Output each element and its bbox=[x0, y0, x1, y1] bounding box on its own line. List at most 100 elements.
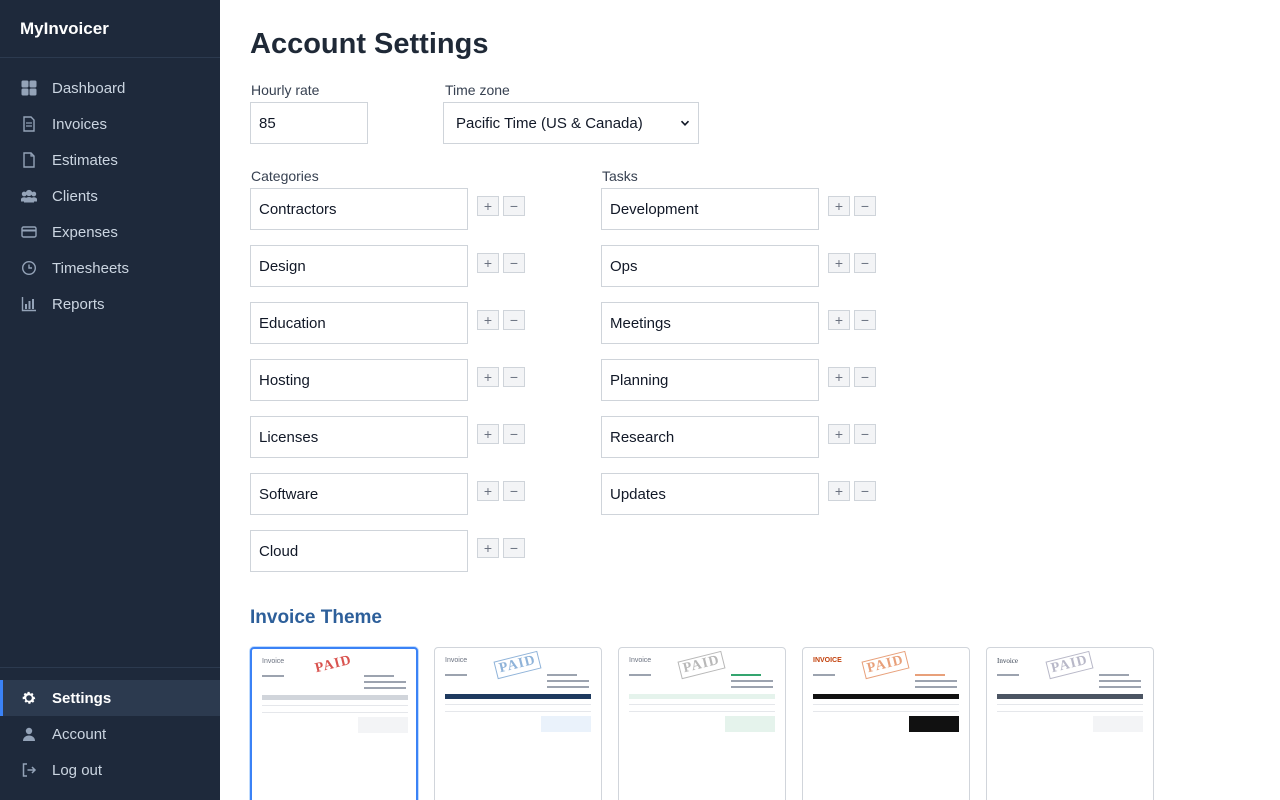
sidebar-item-invoices[interactable]: Invoices bbox=[0, 106, 220, 142]
sidebar-item-dashboard[interactable]: Dashboard bbox=[0, 70, 220, 106]
add-category-button[interactable]: + bbox=[477, 253, 499, 273]
preview-table-header bbox=[813, 694, 959, 699]
task-input[interactable]: Ops bbox=[601, 245, 819, 287]
preview-line bbox=[1099, 680, 1141, 682]
add-category-button[interactable]: + bbox=[477, 424, 499, 444]
preview-line bbox=[731, 680, 773, 682]
sidebar-item-expenses[interactable]: Expenses bbox=[0, 214, 220, 250]
preview-line bbox=[364, 681, 406, 683]
task-input[interactable]: Updates bbox=[601, 473, 819, 515]
theme-preview-heading: INVOICE bbox=[813, 657, 842, 664]
sidebar-item-clients[interactable]: Clients bbox=[0, 178, 220, 214]
credit-card-icon bbox=[20, 223, 38, 241]
category-input[interactable]: Contractors bbox=[250, 188, 468, 230]
add-task-button[interactable]: + bbox=[828, 310, 850, 330]
remove-category-button[interactable]: − bbox=[503, 538, 525, 558]
logout-icon bbox=[20, 761, 38, 779]
add-task-button[interactable]: + bbox=[828, 481, 850, 501]
preview-table-row bbox=[813, 711, 959, 712]
remove-task-button[interactable]: − bbox=[854, 367, 876, 387]
task-input[interactable]: Development bbox=[601, 188, 819, 230]
paid-stamp: PAID bbox=[861, 650, 910, 680]
preview-line bbox=[262, 675, 284, 677]
preview-table-header bbox=[997, 694, 1143, 699]
category-input[interactable]: Cloud bbox=[250, 530, 468, 572]
gear-icon bbox=[20, 689, 38, 707]
add-task-button[interactable]: + bbox=[828, 253, 850, 273]
sidebar-item-label: Settings bbox=[52, 689, 112, 707]
remove-task-button[interactable]: − bbox=[854, 424, 876, 444]
sidebar-item-estimates[interactable]: Estimates bbox=[0, 142, 220, 178]
invoice-document-icon bbox=[20, 115, 38, 133]
theme-preview-heading: Invoice bbox=[445, 657, 468, 664]
remove-task-button[interactable]: − bbox=[854, 253, 876, 273]
bar-chart-icon bbox=[20, 295, 38, 313]
sidebar-main-nav: Dashboard Invoices Estimates Clients Exp… bbox=[0, 58, 220, 322]
tasks-label: Tasks bbox=[602, 168, 638, 184]
preview-line bbox=[731, 674, 761, 676]
add-category-button[interactable]: + bbox=[477, 367, 499, 387]
task-input[interactable]: Meetings bbox=[601, 302, 819, 344]
time-zone-select[interactable]: Pacific Time (US & Canada) bbox=[443, 102, 699, 144]
preview-line bbox=[1099, 686, 1141, 688]
preview-table-header bbox=[445, 694, 591, 699]
remove-task-button[interactable]: − bbox=[854, 481, 876, 501]
invoice-theme-card[interactable]: Invoice PAID bbox=[434, 647, 602, 800]
preview-line bbox=[547, 686, 589, 688]
sidebar-item-label: Clients bbox=[52, 187, 98, 205]
page-title: Account Settings bbox=[250, 28, 489, 60]
time-zone-selected-value: Pacific Time (US & Canada) bbox=[456, 114, 643, 132]
theme-preview-heading: Invoice bbox=[997, 657, 1018, 665]
sidebar-item-timesheets[interactable]: Timesheets bbox=[0, 250, 220, 286]
task-input[interactable]: Planning bbox=[601, 359, 819, 401]
sidebar-item-label: Dashboard bbox=[52, 79, 126, 97]
category-input[interactable]: Software bbox=[250, 473, 468, 515]
sidebar-item-account[interactable]: Account bbox=[0, 716, 220, 752]
paid-stamp: PAID bbox=[493, 650, 542, 680]
invoice-theme-card[interactable]: Invoice PAID bbox=[618, 647, 786, 800]
time-zone-label: Time zone bbox=[445, 82, 510, 98]
add-category-button[interactable]: + bbox=[477, 196, 499, 216]
preview-totals bbox=[358, 717, 408, 733]
category-input[interactable]: Hosting bbox=[250, 359, 468, 401]
remove-category-button[interactable]: − bbox=[503, 196, 525, 216]
add-category-button[interactable]: + bbox=[477, 310, 499, 330]
remove-category-button[interactable]: − bbox=[503, 367, 525, 387]
invoice-theme-card[interactable]: Invoice PAID bbox=[250, 647, 418, 800]
remove-category-button[interactable]: − bbox=[503, 481, 525, 501]
remove-category-button[interactable]: − bbox=[503, 424, 525, 444]
user-icon bbox=[20, 725, 38, 743]
invoice-theme-title: Invoice Theme bbox=[250, 607, 382, 628]
category-input[interactable]: Education bbox=[250, 302, 468, 344]
preview-line bbox=[915, 686, 957, 688]
preview-table-row bbox=[629, 711, 775, 712]
task-input[interactable]: Research bbox=[601, 416, 819, 458]
preview-table-header bbox=[629, 694, 775, 699]
invoice-theme-card[interactable]: INVOICE PAID bbox=[802, 647, 970, 800]
add-task-button[interactable]: + bbox=[828, 367, 850, 387]
preview-line bbox=[915, 680, 957, 682]
app-logo[interactable]: MyInvoicer bbox=[0, 0, 220, 58]
preview-totals bbox=[725, 716, 775, 732]
hourly-rate-input[interactable]: 85 bbox=[250, 102, 368, 144]
remove-task-button[interactable]: − bbox=[854, 310, 876, 330]
sidebar-item-settings[interactable]: Settings bbox=[0, 680, 220, 716]
invoice-theme-card[interactable]: Invoice PAID bbox=[986, 647, 1154, 800]
remove-task-button[interactable]: − bbox=[854, 196, 876, 216]
preview-line bbox=[547, 674, 577, 676]
sidebar-item-reports[interactable]: Reports bbox=[0, 286, 220, 322]
category-input[interactable]: Licenses bbox=[250, 416, 468, 458]
preview-line bbox=[731, 686, 773, 688]
remove-category-button[interactable]: − bbox=[503, 253, 525, 273]
sidebar-item-logout[interactable]: Log out bbox=[0, 752, 220, 788]
add-task-button[interactable]: + bbox=[828, 196, 850, 216]
add-category-button[interactable]: + bbox=[477, 538, 499, 558]
add-task-button[interactable]: + bbox=[828, 424, 850, 444]
category-input[interactable]: Design bbox=[250, 245, 468, 287]
clock-icon bbox=[20, 259, 38, 277]
preview-table-row bbox=[262, 705, 408, 706]
preview-table-row bbox=[813, 704, 959, 705]
preview-table-row bbox=[445, 711, 591, 712]
add-category-button[interactable]: + bbox=[477, 481, 499, 501]
remove-category-button[interactable]: − bbox=[503, 310, 525, 330]
